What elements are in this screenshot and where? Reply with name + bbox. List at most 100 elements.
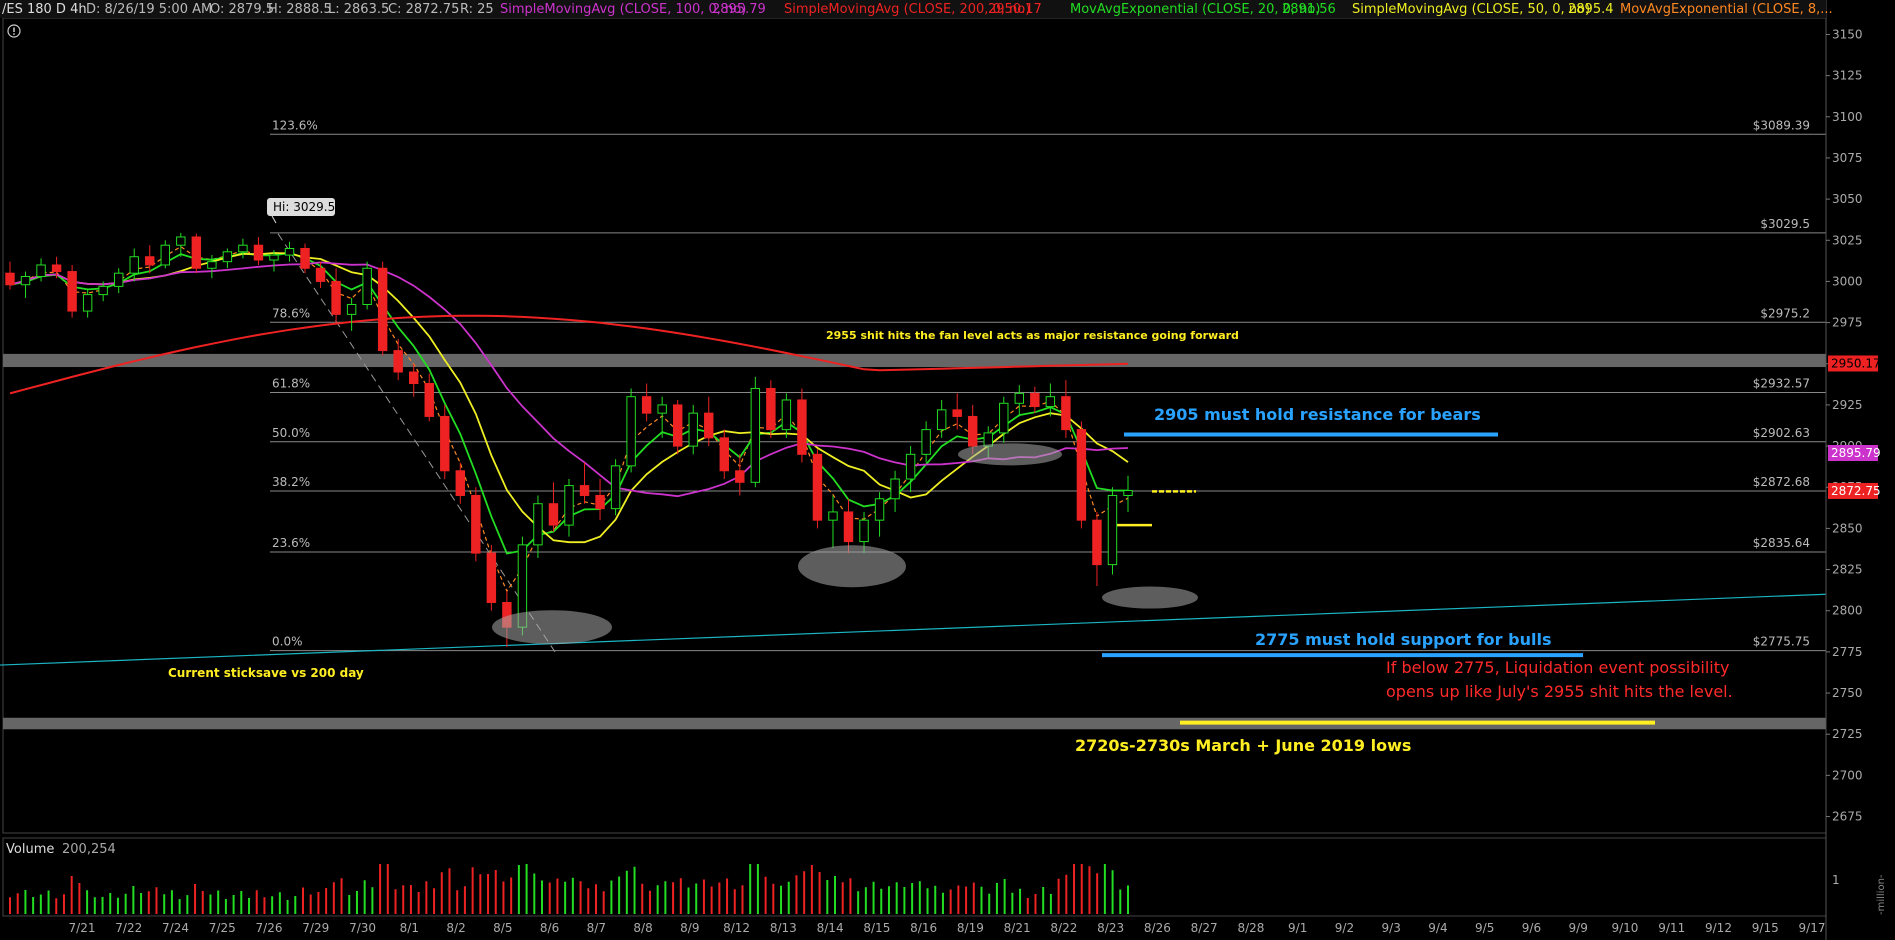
y-tick-label: 3050: [1832, 192, 1863, 206]
volume-bar: [533, 873, 536, 914]
volume-bar: [101, 897, 104, 914]
low-highlight-ellipse: [492, 610, 612, 645]
volume-bar: [895, 882, 898, 914]
x-tick-label: 9/15: [1752, 921, 1779, 935]
x-tick-label: 8/9: [680, 921, 699, 935]
volume-bar: [926, 888, 929, 914]
candle-body: [51, 264, 62, 273]
volume-bar: [857, 891, 860, 914]
y-tick-label: 3075: [1832, 151, 1863, 165]
x-tick-label: 8/27: [1191, 921, 1218, 935]
candle-body: [641, 396, 652, 414]
candle-body: [719, 437, 729, 472]
volume-bar: [687, 887, 690, 914]
x-tick-label: 8/21: [1004, 921, 1031, 935]
x-tick-label: 8/8: [633, 921, 652, 935]
candle-body: [238, 244, 248, 253]
volume-bar: [903, 887, 906, 914]
volume-bar: [147, 891, 150, 914]
volume-bar: [1003, 879, 1006, 914]
volume-bar: [672, 882, 675, 914]
annotation-fan-level: 2955 shit hits the fan level acts as maj…: [826, 329, 1239, 342]
candle-body: [1123, 490, 1133, 496]
volume-bar: [132, 886, 135, 914]
annotation-bulls-support: 2775 must hold support for bulls: [1255, 630, 1551, 649]
candle-body: [113, 272, 124, 287]
fib-pct-label: 0.0%: [272, 635, 303, 649]
x-tick-label: 8/6: [540, 921, 559, 935]
candle-body: [284, 248, 295, 256]
volume-bar: [116, 897, 119, 914]
volume-bar: [9, 897, 11, 914]
volume-bar: [124, 893, 127, 914]
volume-bar: [941, 892, 944, 914]
x-tick-label: 9/11: [1658, 921, 1685, 935]
x-tick-label: 9/10: [1611, 921, 1638, 935]
candle-body: [20, 275, 31, 286]
volume-bar: [440, 872, 443, 914]
volume-bar: [494, 870, 497, 914]
study-legend-item[interactable]: SimpleMovingAvg (CLOSE, 50, 0, no): [1352, 2, 1590, 17]
volume-bar: [664, 881, 667, 914]
volume-bar: [379, 864, 382, 914]
study-legend-item[interactable]: MovAvgExponential (CLOSE, 8,...: [1620, 2, 1833, 17]
study-legend-item[interactable]: SimpleMovingAvg (CLOSE, 100, 0, no): [500, 2, 746, 17]
x-tick-label: 7/21: [69, 921, 96, 935]
candle-body: [843, 511, 854, 543]
volume-bar: [93, 897, 96, 914]
volume-bar: [887, 886, 890, 914]
candle-body: [471, 494, 481, 554]
volume-bar: [1034, 894, 1037, 914]
volume-bar: [610, 880, 613, 914]
volume-bar: [995, 883, 998, 914]
volume-bar: [294, 896, 297, 914]
candle-body: [67, 271, 77, 312]
volume-bar: [1019, 888, 1022, 914]
volume-bar: [1103, 864, 1106, 914]
candle-body: [936, 409, 947, 431]
candle-body: [921, 429, 931, 455]
volume-bar: [988, 893, 991, 914]
low-highlight-ellipse: [798, 545, 906, 588]
volume-bar: [155, 887, 158, 914]
volume-bar: [433, 888, 436, 914]
y-tick-label: 2975: [1832, 316, 1863, 330]
candle-body: [812, 453, 823, 521]
candle-body: [377, 267, 388, 352]
y-tick-label: 3125: [1832, 69, 1863, 83]
candle-body: [579, 485, 590, 496]
volume-bar: [271, 896, 274, 914]
x-tick-label: 9/6: [1522, 921, 1541, 935]
low-highlight-ellipse: [1102, 586, 1198, 609]
x-tick-label: 8/1: [400, 921, 419, 935]
candle-body: [750, 387, 761, 483]
candle-body: [874, 498, 885, 521]
volume-bar: [62, 894, 65, 914]
candle-body: [1076, 429, 1087, 521]
fib-price-label: $3089.39: [1753, 118, 1810, 132]
volume-bar: [810, 865, 813, 914]
volume-bar: [1011, 892, 1014, 914]
x-tick-label: 9/12: [1705, 921, 1732, 935]
volume-bar: [695, 883, 698, 914]
volume-bar: [16, 893, 19, 914]
volume-bar: [140, 893, 143, 914]
candle-body: [672, 404, 683, 447]
volume-bar: [363, 880, 366, 914]
volume-bar: [841, 882, 844, 914]
candle-body: [610, 465, 621, 510]
y-tick-label: 3150: [1832, 27, 1863, 41]
volume-bar: [355, 891, 358, 914]
volume-bar: [918, 881, 921, 914]
chart-canvas[interactable]: 123.6% $3089.39$3029.578.6% $2975.261.8% $2…: [0, 0, 1895, 940]
volume-bar: [679, 878, 682, 914]
volume-bar: [556, 878, 559, 914]
y-tick-label: 2850: [1832, 521, 1863, 535]
y-tick-label: 2675: [1832, 810, 1863, 824]
fib-price-label: $2775.75: [1753, 635, 1810, 649]
x-tick-label: 8/28: [1237, 921, 1264, 935]
x-tick-label: 9/2: [1335, 921, 1354, 935]
candle-body: [533, 503, 543, 546]
y-tick-label: 2800: [1832, 604, 1863, 618]
symbol-label[interactable]: /ES 180 D 4h: [2, 2, 87, 17]
